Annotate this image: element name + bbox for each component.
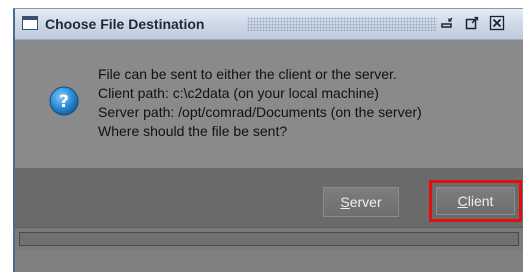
client-button[interactable]: Client: [436, 187, 515, 215]
message-line: Client path: c:\c2data (on your local ma…: [98, 85, 379, 101]
button-bar: Server Client: [15, 168, 523, 227]
window-icon: [22, 16, 38, 30]
choose-file-destination-dialog: Choose File Destination ? File can be se…: [13, 8, 523, 272]
minimize-icon[interactable]: [439, 15, 455, 31]
title-bar-grip: [247, 17, 437, 31]
status-bar: [15, 227, 523, 250]
dialog-title: Choose File Destination: [45, 16, 205, 32]
server-button-mnemonic: S: [340, 194, 350, 210]
message-line: Server path: /opt/comrad/Documents (on t…: [98, 104, 422, 120]
status-field: [19, 232, 519, 246]
server-button-label: erver: [349, 194, 382, 210]
client-button-mnemonic: C: [457, 193, 468, 209]
client-button-label: lient: [467, 193, 494, 209]
title-bar[interactable]: Choose File Destination: [15, 9, 523, 40]
question-icon: ?: [49, 86, 79, 116]
maximize-icon[interactable]: [464, 15, 480, 31]
message-line: Where should the file be sent?: [98, 123, 288, 139]
svg-text:?: ?: [59, 92, 69, 112]
server-button[interactable]: Server: [323, 187, 399, 217]
message-text: File can be sent to either the client or…: [98, 65, 422, 141]
close-icon[interactable]: [489, 15, 505, 31]
message-area: ? File can be sent to either the client …: [15, 40, 523, 168]
client-button-highlight: Client: [429, 180, 522, 222]
message-line: File can be sent to either the client or…: [98, 66, 397, 82]
